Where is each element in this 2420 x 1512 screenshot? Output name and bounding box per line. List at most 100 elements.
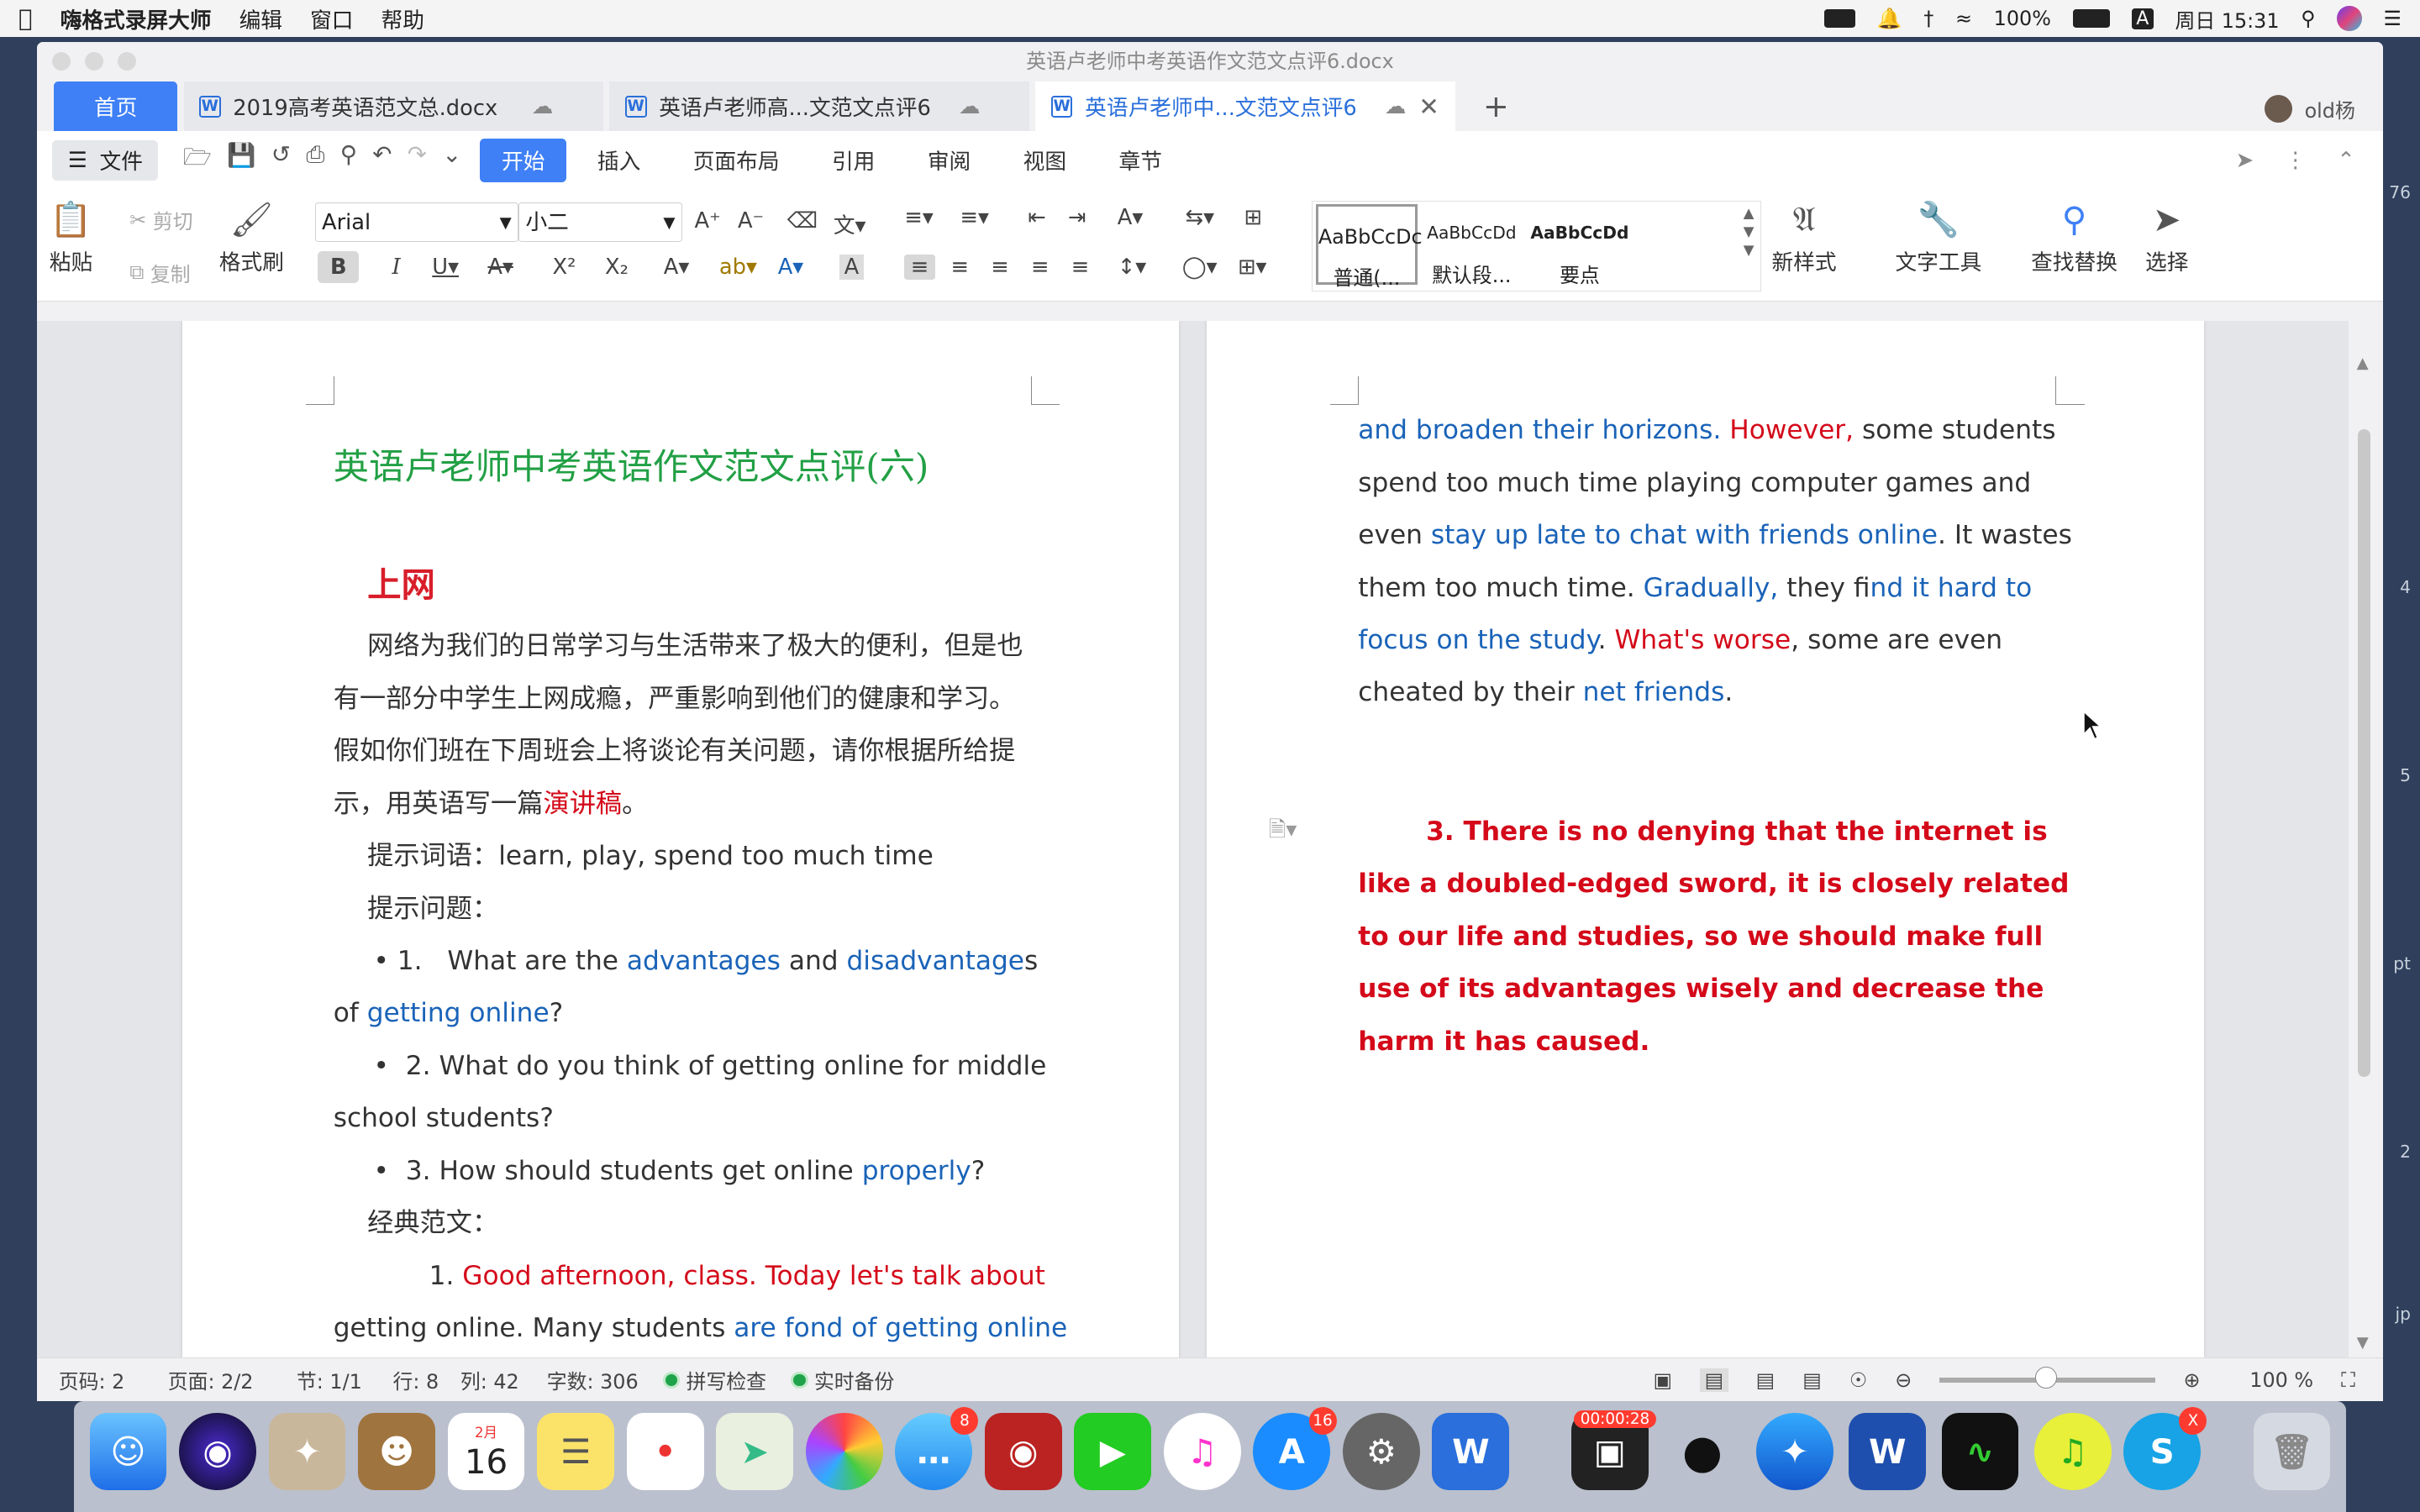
share-icon[interactable]: ➤ bbox=[2236, 148, 2254, 173]
tab-view[interactable]: 视图 bbox=[1002, 139, 1088, 182]
photo-booth-icon[interactable]: ◉ bbox=[984, 1413, 1062, 1491]
cut-button[interactable]: ✂ 剪切 bbox=[129, 205, 192, 234]
clock[interactable]: 周日 15:31 bbox=[2175, 4, 2279, 34]
new-style-button[interactable]: 𝔄 新样式 bbox=[1772, 199, 1837, 276]
page-count[interactable]: 页面: 2/2 bbox=[168, 1365, 254, 1394]
focus-mode-icon[interactable]: ▣ bbox=[1653, 1368, 1672, 1392]
photo-browser-icon[interactable]: ✦ bbox=[268, 1413, 346, 1491]
notification-center-icon[interactable]: ☰ bbox=[2384, 7, 2402, 30]
new-tab-icon[interactable]: + bbox=[1483, 88, 1509, 124]
page-code[interactable]: 页码: 2 bbox=[59, 1365, 125, 1394]
borders-icon[interactable]: ⊞▾ bbox=[1238, 255, 1266, 280]
tab-doc-1[interactable]: W 2019高考英语范文总.docx ☁ bbox=[183, 81, 604, 132]
scroll-down-icon[interactable]: ▼ bbox=[2357, 1334, 2369, 1352]
finder-icon[interactable]: ☺ bbox=[89, 1413, 167, 1491]
tab-references[interactable]: 引用 bbox=[810, 139, 897, 182]
save-icon[interactable]: 💾 bbox=[227, 141, 255, 180]
maps-icon[interactable]: ➤ bbox=[716, 1413, 794, 1491]
menu-help[interactable]: 帮助 bbox=[381, 3, 424, 34]
microsoft-word-icon[interactable]: W bbox=[1849, 1413, 1927, 1491]
char-shading-icon[interactable]: A bbox=[839, 255, 864, 281]
siri-app-icon[interactable]: ◉ bbox=[179, 1413, 256, 1491]
shading-icon[interactable]: ◯▾ bbox=[1182, 255, 1218, 280]
gallery-scroll-icon[interactable]: ▲ ▼ ▼ bbox=[1744, 204, 1754, 260]
scroll-thumb[interactable] bbox=[2358, 428, 2371, 1077]
align-left-icon[interactable]: ≡ bbox=[904, 255, 935, 281]
app-store-icon[interactable]: A 16 bbox=[1253, 1407, 1337, 1491]
zoom-slider-knob[interactable] bbox=[2035, 1367, 2057, 1389]
siri-icon[interactable] bbox=[2337, 6, 2362, 31]
photos-icon[interactable] bbox=[805, 1413, 883, 1491]
font-family-select[interactable]: Arial ▼ bbox=[314, 202, 519, 243]
align-center-icon[interactable]: ≡ bbox=[950, 255, 969, 280]
select-button[interactable]: ➤ 选择 bbox=[2145, 199, 2188, 276]
text-direction-icon[interactable]: A▾ bbox=[1118, 205, 1144, 230]
customize-chevron-icon[interactable]: ⌄ bbox=[442, 141, 461, 180]
notification-bell-icon[interactable]: 🔔 bbox=[1877, 7, 1902, 30]
file-menu-button[interactable]: ☰ 文件 bbox=[52, 139, 159, 181]
activity-monitor-icon[interactable]: ∿ bbox=[1941, 1413, 2019, 1491]
print-icon[interactable]: ⎙ bbox=[306, 141, 324, 180]
row-info[interactable]: 行: 8 bbox=[393, 1365, 439, 1394]
spotlight-search-icon[interactable]: ⚲ bbox=[2301, 7, 2315, 30]
close-tab-icon[interactable]: ✕ bbox=[1418, 92, 1439, 121]
outline-view-icon[interactable]: ▤ bbox=[1756, 1368, 1776, 1392]
grow-font-icon[interactable]: A⁺ bbox=[695, 208, 721, 234]
vertical-scrollbar[interactable]: ▲ ▼ bbox=[2349, 321, 2383, 1358]
subscript-button[interactable]: X₂ bbox=[605, 255, 629, 280]
collapse-ribbon-icon[interactable]: ⌃ bbox=[2337, 148, 2355, 173]
style-normal[interactable]: AaBbCcDc 普通(... bbox=[1315, 204, 1423, 290]
bullet-list-icon[interactable]: ≡▾ bbox=[904, 205, 933, 230]
notes-icon[interactable]: ☰ bbox=[537, 1413, 614, 1491]
apple-menu-icon[interactable]:  bbox=[18, 5, 33, 32]
print-preview-icon[interactable]: ⚲ bbox=[340, 141, 357, 180]
font-color-icon[interactable]: A▾ bbox=[778, 255, 804, 280]
paragraph-options-icon[interactable]: 🗎▾ bbox=[1269, 815, 1297, 851]
text-effect-icon[interactable]: A▾ bbox=[664, 255, 690, 280]
copy-button[interactable]: ⧉ 复制 bbox=[129, 258, 190, 287]
font-size-select[interactable]: 小二 ▼ bbox=[518, 202, 682, 243]
wifi-icon[interactable]: ≈ bbox=[1955, 7, 1972, 30]
page-left[interactable]: 英语卢老师中考英语作文范文点评(六) 上网 网络为我们的日常学习与生活带来了极大… bbox=[182, 321, 1180, 1358]
bold-button[interactable]: B bbox=[318, 251, 360, 283]
style-key-points[interactable]: AaBbCcDd 要点 bbox=[1528, 204, 1630, 286]
more-icon[interactable]: ⋮ bbox=[2285, 148, 2307, 173]
web-view-icon[interactable]: ▤ bbox=[1802, 1368, 1822, 1392]
distribute-icon[interactable]: ≡ bbox=[1071, 255, 1090, 280]
eye-protection-icon[interactable]: ☉ bbox=[1849, 1368, 1867, 1392]
underline-button[interactable]: U▾ bbox=[432, 255, 459, 280]
facetime-icon[interactable]: ▶ bbox=[1074, 1413, 1152, 1491]
line-spacing-icon[interactable]: ↕▾ bbox=[1118, 255, 1146, 280]
reminders-icon[interactable]: • bbox=[626, 1413, 704, 1491]
input-method-icon[interactable]: A bbox=[2131, 8, 2154, 29]
music-player-icon[interactable]: ♫ bbox=[2033, 1413, 2112, 1491]
tab-page-layout[interactable]: 页面布局 bbox=[671, 139, 801, 182]
zoom-window-button[interactable] bbox=[117, 52, 136, 71]
find-replace-button[interactable]: ⚲ 查找替换 bbox=[2031, 199, 2118, 276]
italic-button[interactable]: I bbox=[392, 255, 401, 280]
style-default-paragraph[interactable]: AaBbCcDd 默认段... bbox=[1421, 204, 1523, 286]
page-view-icon[interactable]: ▤ bbox=[1700, 1368, 1728, 1392]
backup-toggle[interactable]: 实时备份 bbox=[791, 1365, 894, 1394]
word-count[interactable]: 字数: 306 bbox=[547, 1365, 639, 1394]
tab-review[interactable]: 审阅 bbox=[906, 139, 992, 182]
app-menu[interactable]: 嗨格式录屏大师 bbox=[60, 3, 212, 34]
increase-indent-icon[interactable]: ⇥ bbox=[1068, 205, 1086, 230]
messages-icon[interactable]: … 8 bbox=[895, 1407, 979, 1491]
skype-icon[interactable]: SX bbox=[2123, 1407, 2207, 1491]
superscript-button[interactable]: X² bbox=[553, 255, 576, 280]
camera-icon[interactable] bbox=[1824, 9, 1856, 29]
text-tools-button[interactable]: 🔧 文字工具 bbox=[1895, 199, 1981, 276]
minimize-window-button[interactable] bbox=[84, 52, 104, 71]
user-account[interactable]: old杨 bbox=[2264, 94, 2355, 123]
tab-start[interactable]: 开始 bbox=[480, 139, 567, 182]
paste-button[interactable]: 📋 粘贴 bbox=[50, 199, 92, 276]
redo-icon[interactable]: ↷ bbox=[408, 141, 427, 180]
fullscreen-icon[interactable]: ⛶ bbox=[2341, 1368, 2355, 1392]
calendar-icon[interactable]: 2月 16 bbox=[447, 1413, 525, 1491]
tab-home[interactable]: 首页 bbox=[54, 81, 178, 132]
spell-check-toggle[interactable]: 拼写检查 bbox=[663, 1365, 766, 1394]
decrease-indent-icon[interactable]: ⇤ bbox=[1028, 205, 1046, 230]
zoom-level[interactable]: 100 % bbox=[2249, 1368, 2313, 1392]
system-preferences-icon[interactable]: ⚙ bbox=[1342, 1413, 1420, 1491]
